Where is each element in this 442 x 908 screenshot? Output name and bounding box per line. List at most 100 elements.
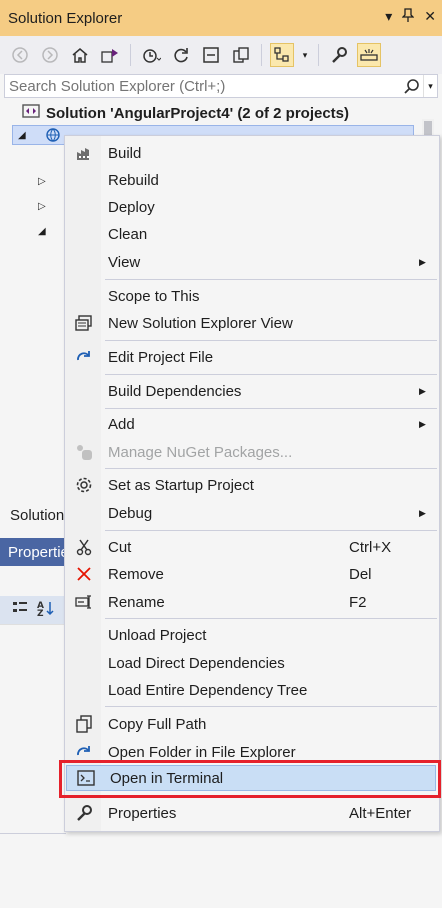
menu-item-label: Remove xyxy=(108,565,164,583)
menu-item-shortcut: Del xyxy=(349,565,372,583)
remove-x-icon xyxy=(73,563,95,585)
open-folder-icon xyxy=(73,741,95,763)
menu-item-label: Manage NuGet Packages... xyxy=(108,443,293,461)
menu-item-copy-full-path[interactable]: Copy Full Path xyxy=(65,711,439,737)
sync-with-active-document-icon[interactable] xyxy=(270,43,294,67)
rename-icon xyxy=(73,591,95,613)
svg-text:Z: Z xyxy=(37,609,44,617)
collapsed-triangle-icon[interactable]: ▷ xyxy=(38,201,46,212)
menu-item-new-solution-explorer-view[interactable]: New Solution Explorer View xyxy=(65,310,439,336)
properties-toolbar: AZ xyxy=(0,596,66,624)
pin-icon[interactable] xyxy=(401,8,415,25)
menu-item-load-entire-dependency-tree[interactable]: Load Entire Dependency Tree xyxy=(65,677,439,703)
chevron-down-icon[interactable]: ▾ xyxy=(300,43,310,67)
expanded-triangle-icon[interactable]: ◢ xyxy=(18,130,26,141)
menu-item-label: Add xyxy=(108,415,135,433)
home-icon[interactable] xyxy=(68,43,92,67)
menu-item-set-as-startup-project[interactable]: Set as Startup Project xyxy=(65,472,439,498)
menu-item-label: Open Folder in File Explorer xyxy=(108,743,296,761)
show-all-files-icon[interactable] xyxy=(229,43,253,67)
toolbar-separator xyxy=(130,44,131,66)
menu-item-label: View xyxy=(108,253,141,271)
menu-item-rebuild[interactable]: Rebuild xyxy=(65,167,439,193)
menu-item-unload-project[interactable]: Unload Project xyxy=(65,622,439,648)
submenu-arrow-icon: ▶ xyxy=(419,507,426,518)
menu-separator xyxy=(105,340,437,341)
solution-node[interactable]: Solution 'AngularProject4' (2 of 2 proje… xyxy=(22,102,349,124)
menu-item-label: Build Dependencies xyxy=(108,382,242,400)
solution-explorer-toolbar: ▾ xyxy=(0,36,442,74)
switch-views-icon[interactable] xyxy=(98,43,122,67)
menu-item-label: Properties xyxy=(108,804,177,822)
menu-item-label: Set as Startup Project xyxy=(108,476,254,494)
collapsed-triangle-icon[interactable]: ▷ xyxy=(38,176,46,187)
submenu-arrow-icon: ▶ xyxy=(419,256,426,267)
search-options-dropdown[interactable]: ▾ xyxy=(423,75,437,97)
collapse-all-icon[interactable] xyxy=(199,43,223,67)
menu-separator xyxy=(105,408,437,409)
menu-item-rename[interactable]: Rename F2 xyxy=(65,589,439,615)
menu-item-label: Open in Terminal xyxy=(110,769,224,787)
menu-item-scope-to-this[interactable]: Scope to This xyxy=(65,283,439,309)
menu-item-label: Edit Project File xyxy=(108,348,214,366)
menu-item-label: Load Direct Dependencies xyxy=(108,654,285,672)
menu-item-build-dependencies[interactable]: Build Dependencies ▶ xyxy=(65,378,439,404)
dropdown-arrow-icon[interactable]: ▾ xyxy=(385,8,392,25)
menu-item-debug[interactable]: Debug ▶ xyxy=(65,500,439,526)
menu-item-label: Rebuild xyxy=(108,171,159,189)
alphabetical-icon[interactable]: AZ xyxy=(36,599,56,621)
menu-item-build[interactable]: Build xyxy=(65,140,439,166)
search-input[interactable] xyxy=(5,76,401,96)
menu-item-cut[interactable]: Cut Ctrl+X xyxy=(65,534,439,560)
expanded-triangle-icon[interactable]: ◢ xyxy=(38,226,46,237)
forward-icon[interactable] xyxy=(38,43,62,67)
solution-icon xyxy=(22,103,40,123)
close-icon[interactable]: ✕ xyxy=(424,8,436,25)
menu-separator xyxy=(105,279,437,280)
menu-separator xyxy=(105,530,437,531)
menu-item-properties[interactable]: Properties Alt+Enter xyxy=(65,800,439,826)
menu-item-label: Scope to This xyxy=(108,287,200,305)
divider xyxy=(0,833,66,834)
solution-explorer-tab[interactable]: Solution xyxy=(10,507,64,524)
menu-item-label: Debug xyxy=(108,504,153,522)
menu-separator xyxy=(105,796,437,797)
menu-item-shortcut: Ctrl+X xyxy=(349,538,392,556)
submenu-arrow-icon: ▶ xyxy=(419,418,426,429)
back-icon[interactable] xyxy=(8,43,32,67)
menu-item-view[interactable]: View ▶ xyxy=(65,249,439,275)
menu-separator xyxy=(105,618,437,619)
menu-item-open-in-terminal[interactable]: Open in Terminal xyxy=(66,765,436,791)
menu-item-add[interactable]: Add ▶ xyxy=(65,411,439,437)
menu-separator xyxy=(105,706,437,707)
submenu-arrow-icon: ▶ xyxy=(419,385,426,396)
refresh-icon[interactable] xyxy=(169,43,193,67)
gear-icon xyxy=(73,474,95,496)
toolbar-separator xyxy=(261,44,262,66)
menu-item-open-folder-in-file-explorer[interactable]: Open Folder in File Explorer xyxy=(65,739,439,765)
wrench-icon[interactable] xyxy=(327,43,351,67)
menu-item-edit-project-file[interactable]: Edit Project File xyxy=(65,344,439,370)
properties-panel-title: Properties xyxy=(0,538,66,566)
preview-selected-items-icon[interactable] xyxy=(357,43,381,67)
menu-item-remove[interactable]: Remove Del xyxy=(65,561,439,587)
menu-item-label: Rename xyxy=(108,593,165,611)
menu-item-label: Cut xyxy=(108,538,132,556)
menu-item-clean[interactable]: Clean xyxy=(65,221,439,247)
menu-item-label: New Solution Explorer View xyxy=(108,314,293,332)
search-icon[interactable] xyxy=(401,75,423,97)
menu-item-deploy[interactable]: Deploy xyxy=(65,194,439,220)
new-view-icon xyxy=(73,312,95,334)
solution-explorer-titlebar: Solution Explorer ▾ ✕ xyxy=(0,0,442,36)
menu-item-label: Clean xyxy=(108,225,148,243)
menu-separator xyxy=(105,374,437,375)
web-project-icon xyxy=(45,127,61,147)
build-icon xyxy=(73,142,95,164)
terminal-icon xyxy=(75,767,97,789)
pending-changes-filter-icon[interactable] xyxy=(139,43,163,67)
properties-grid xyxy=(0,624,66,908)
menu-item-load-direct-dependencies[interactable]: Load Direct Dependencies xyxy=(65,650,439,676)
menu-item-label: Unload Project xyxy=(108,626,207,644)
menu-item-manage-nuget-packages[interactable]: Manage NuGet Packages... xyxy=(65,439,439,465)
categorized-icon[interactable] xyxy=(12,600,28,620)
